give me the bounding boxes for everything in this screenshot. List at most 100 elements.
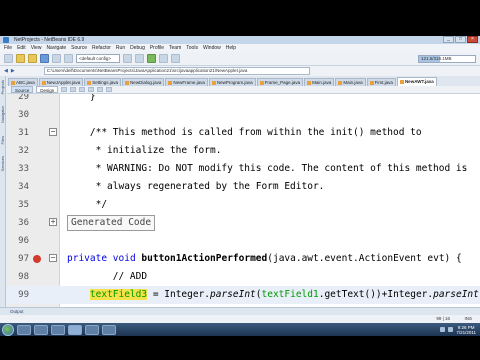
save-all-icon[interactable] — [40, 54, 49, 63]
redo-icon[interactable] — [64, 54, 73, 63]
services-panel-tab[interactable]: Services — [0, 156, 6, 171]
java-file-icon — [399, 80, 404, 84]
java-file-icon — [41, 80, 46, 85]
editor-tab[interactable]: NewProgram.java — [208, 78, 256, 86]
new-file-icon[interactable] — [4, 54, 13, 63]
path-bar: ◀ ▶ C:\Users\dell\Documents\NetBeansProj… — [0, 66, 480, 76]
code-line: 33 * WARNING: Do NOT modify this code. T… — [7, 160, 480, 178]
editor-tab-label: Frame_Page.java — [264, 79, 301, 85]
debug-icon[interactable] — [159, 54, 168, 63]
editor-tab[interactable]: Frame_Page.java — [256, 78, 304, 86]
maximize-icon[interactable]: □ — [455, 36, 466, 43]
editor-tab[interactable]: First.java — [366, 78, 396, 86]
shift-left-icon[interactable] — [88, 87, 95, 92]
undo-icon[interactable] — [52, 54, 61, 63]
start-button-icon[interactable] — [2, 323, 14, 336]
open-project-icon[interactable] — [28, 54, 37, 63]
java-file-icon — [259, 80, 264, 85]
code-text: * WARNING: Do NOT modify this code. The … — [67, 163, 468, 174]
editor-tab-label: ABC.java — [16, 79, 35, 85]
projects-panel-tab[interactable]: Projects — [0, 80, 6, 94]
window-controls: _ □ × — [443, 36, 478, 43]
new-project-icon[interactable] — [16, 54, 25, 63]
menu-team[interactable]: Team — [169, 45, 181, 51]
code-text: // ADD — [67, 271, 148, 282]
forward-icon[interactable]: ▶ — [11, 68, 15, 74]
config-select[interactable]: <default config> — [76, 54, 120, 63]
shift-right-icon[interactable] — [97, 87, 104, 92]
menu-run[interactable]: Run — [116, 45, 125, 51]
editor-tab-label: First.java — [374, 79, 393, 85]
code-editor[interactable]: 29 } 30 31 − /** This method is called f… — [7, 94, 480, 307]
toggle-bookmark-icon[interactable] — [79, 87, 86, 92]
run-icon[interactable] — [147, 54, 156, 63]
editor-tab[interactable]: NewJApplet.java — [38, 78, 84, 86]
menu-edit[interactable]: Edit — [17, 45, 26, 51]
netbeans-taskbar-icon[interactable] — [68, 324, 82, 335]
history-icon[interactable] — [61, 87, 68, 92]
design-view-button[interactable]: Design — [36, 86, 59, 93]
menu-view[interactable]: View — [31, 45, 42, 51]
editor-tab-label: NewJApplet.java — [46, 79, 81, 85]
editor-tabs: ABC.java NewJApplet.java Settings.java NewD… — [7, 76, 480, 86]
code-text: } — [67, 94, 96, 102]
java-file-icon — [125, 80, 130, 85]
editor-tab-label: NewAWT.java — [404, 79, 434, 84]
editor-tab[interactable]: NewDialog.java — [122, 78, 165, 86]
screen: NetProjects - NetBeans IDE 6.9 _ □ × Fil… — [0, 0, 480, 360]
media-taskbar-icon[interactable] — [51, 324, 65, 335]
recorder-taskbar-icon[interactable] — [102, 324, 116, 335]
minimize-icon[interactable]: _ — [443, 36, 454, 43]
breakpoint-icon[interactable] — [33, 255, 41, 263]
menu-refactor[interactable]: Refactor — [92, 45, 111, 51]
taskbar: 9:26 PM 7/21/2011 — [0, 323, 480, 336]
find-icon[interactable] — [70, 87, 77, 92]
fold-expand-icon[interactable]: + — [49, 218, 57, 226]
editor-tab[interactable]: NewFrame.java — [165, 78, 208, 86]
output-strip: Output — [0, 307, 480, 315]
status-bar: 99 | 16 INS — [0, 315, 480, 323]
navigator-panel-tab[interactable]: Navigator — [0, 106, 6, 123]
files-panel-tab[interactable]: Files — [0, 136, 6, 144]
menu-file[interactable]: File — [4, 45, 12, 51]
line-number: 32 — [18, 146, 29, 156]
editor-tab[interactable]: Main.java — [304, 78, 335, 86]
source-view-button[interactable]: Source — [11, 86, 34, 93]
generated-code-fold[interactable]: Generated Code — [67, 215, 156, 231]
menu-help[interactable]: Help — [226, 45, 236, 51]
editor-tab[interactable]: Settings.java — [84, 78, 122, 86]
document-taskbar-icon[interactable] — [85, 324, 99, 335]
editor-tab[interactable]: ABC.java — [8, 78, 38, 86]
build-icon[interactable] — [123, 54, 132, 63]
menu-tools[interactable]: Tools — [186, 45, 198, 51]
fold-collapse-icon[interactable]: − — [49, 128, 57, 136]
code-line: 32 * initialize the form. — [7, 142, 480, 160]
editor-tab[interactable]: Main.java — [335, 78, 366, 86]
explorer-taskbar-icon[interactable] — [17, 324, 31, 335]
menu-debug[interactable]: Debug — [130, 45, 145, 51]
editor-tab[interactable]: NewAWT.java — [396, 77, 437, 86]
back-icon[interactable]: ◀ — [4, 68, 8, 74]
memory-indicator[interactable]: 121.5/318.1MB — [418, 55, 476, 63]
menu-bar: File Edit View Navigate Source Refactor … — [0, 44, 480, 52]
menu-navigate[interactable]: Navigate — [46, 45, 66, 51]
browser-taskbar-icon[interactable] — [34, 324, 48, 335]
network-icon[interactable] — [440, 327, 446, 332]
line-number: 35 — [18, 200, 29, 210]
output-tab[interactable]: Output — [10, 309, 24, 314]
menu-window[interactable]: Window — [203, 45, 221, 51]
line-number: 29 — [18, 94, 29, 102]
main-toolbar: <default config> 121.5/318.1MB — [0, 52, 480, 66]
menu-source[interactable]: Source — [71, 45, 87, 51]
clean-build-icon[interactable] — [135, 54, 144, 63]
menu-profile[interactable]: Profile — [150, 45, 164, 51]
comment-icon[interactable] — [106, 87, 113, 92]
clock[interactable]: 9:26 PM 7/21/2011 — [456, 325, 476, 335]
profile-icon[interactable] — [171, 54, 180, 63]
volume-icon[interactable] — [448, 327, 454, 332]
close-icon[interactable]: × — [467, 36, 478, 43]
line-number: 34 — [18, 182, 29, 192]
code-line: 30 — [7, 106, 480, 124]
fold-collapse-icon[interactable]: − — [49, 254, 57, 262]
java-file-icon — [338, 80, 343, 85]
